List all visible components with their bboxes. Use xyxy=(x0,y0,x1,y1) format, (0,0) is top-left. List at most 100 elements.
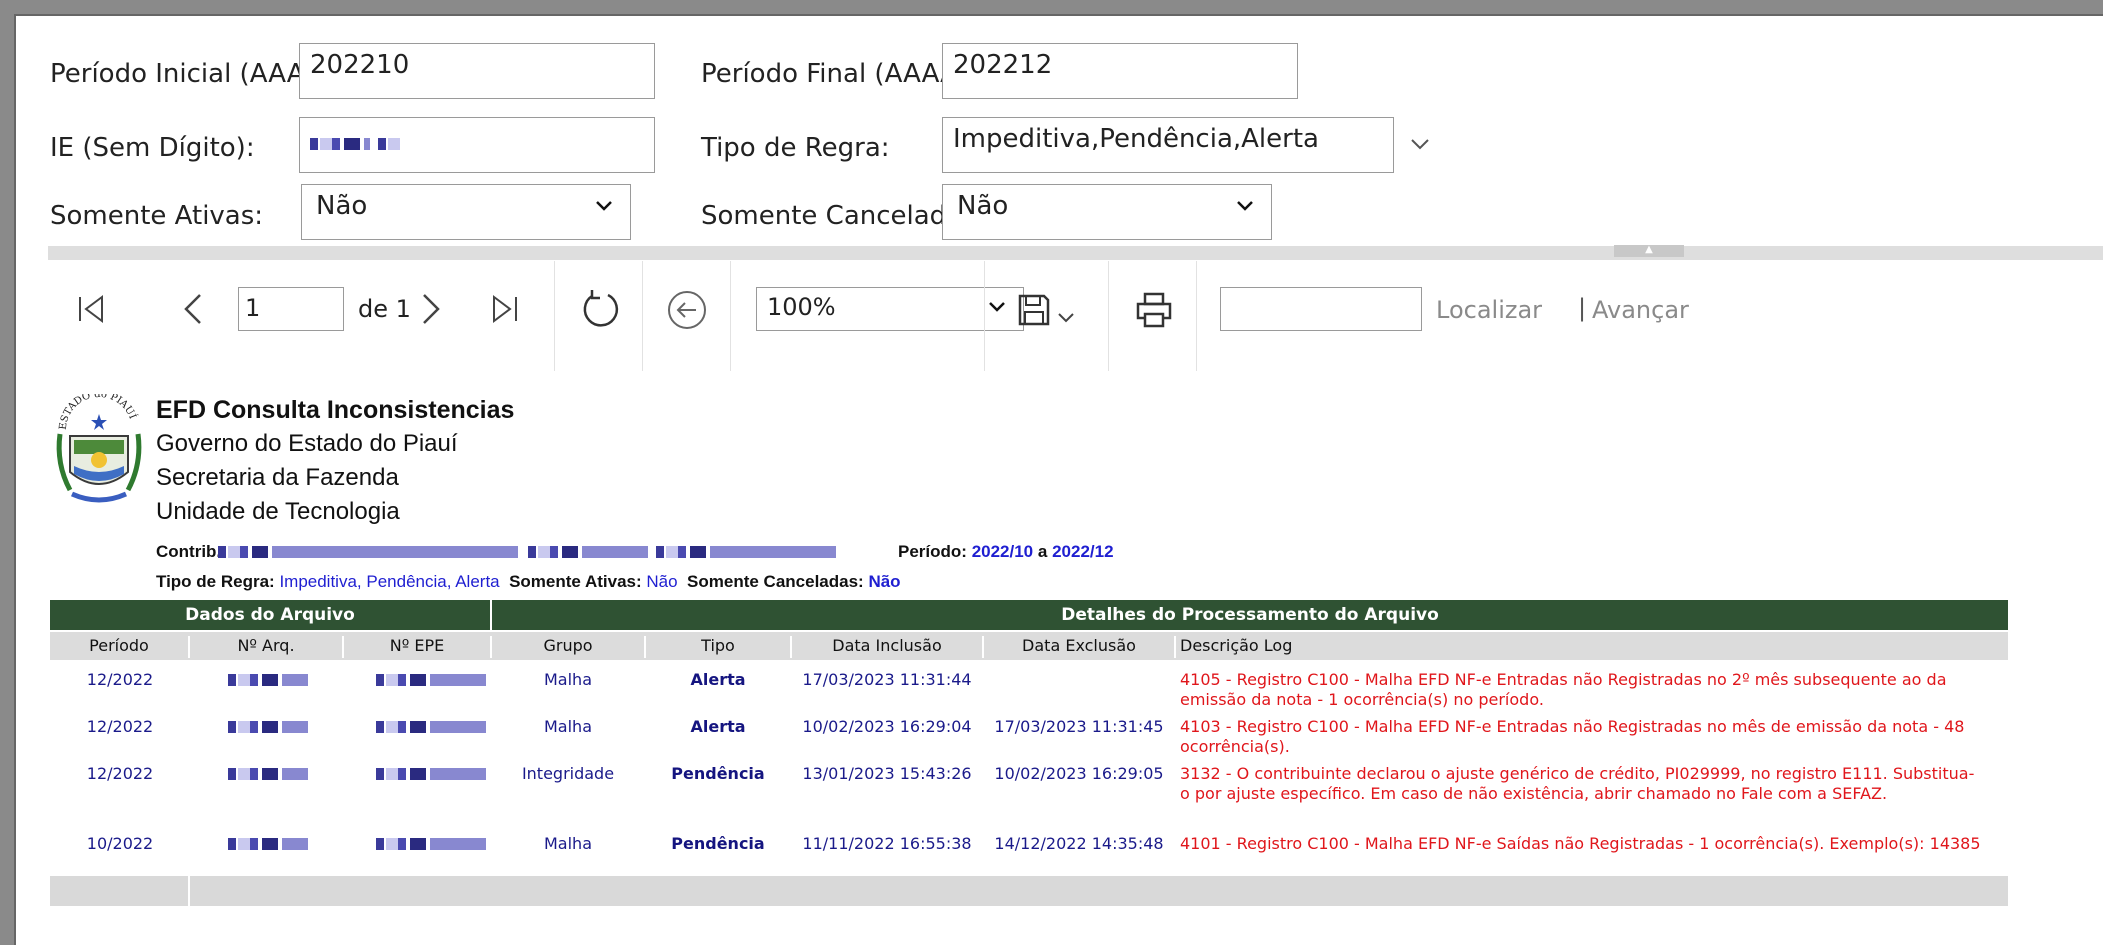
table-footer-divider xyxy=(188,876,190,906)
chevron-down-icon xyxy=(1237,201,1253,211)
criteria-ativas-value: Não xyxy=(646,572,678,591)
row-tipo: Pendência xyxy=(671,834,765,853)
toolbar-divider xyxy=(1108,261,1109,371)
piaui-state-seal-icon: ESTADO do PIAUÍ xyxy=(52,389,146,516)
redacted-contrib-2 xyxy=(528,546,648,558)
col-grupo: Grupo xyxy=(492,636,646,658)
first-page-icon[interactable] xyxy=(74,291,110,331)
somente-ativas-value: Não xyxy=(316,191,368,221)
table-column-header: Período Nº Arq. Nº EPE Grupo Tipo Data I… xyxy=(50,632,2008,660)
ie-label: IE (Sem Dígito): xyxy=(50,133,255,163)
table-footer xyxy=(50,876,2008,906)
back-to-parent-icon[interactable] xyxy=(666,289,708,335)
redacted-num-epe xyxy=(376,768,486,780)
row-log-line-1: 4103 - Registro C100 - Malha EFD NF-e En… xyxy=(1180,717,1965,736)
periodo-summary-to: 2022/12 xyxy=(1052,542,1114,561)
ie-input[interactable] xyxy=(299,117,655,173)
row-grupo: Integridade xyxy=(521,764,615,783)
row-grupo: Malha xyxy=(544,670,592,689)
redacted-contrib-3 xyxy=(656,546,836,558)
previous-page-icon[interactable] xyxy=(178,291,208,331)
redacted-num-epe xyxy=(376,838,486,850)
somente-ativas-label: Somente Ativas: xyxy=(50,201,264,231)
row-tipo: Pendência xyxy=(671,764,765,783)
redacted-num-arq xyxy=(228,838,308,850)
row-periodo: 10/2022 xyxy=(86,834,154,853)
somente-canceladas-select[interactable]: Não xyxy=(942,184,1272,240)
next-page-icon[interactable] xyxy=(416,291,446,331)
periodo-summary-label: Período: xyxy=(898,542,967,561)
periodo-summary: Período: 2022/10 a 2022/12 xyxy=(898,542,1114,562)
col-num-epe: Nº EPE xyxy=(344,636,492,658)
row-log-line-1: 3132 - O contribuinte declarou o ajuste … xyxy=(1180,764,1975,783)
row-periodo: 12/2022 xyxy=(86,670,154,689)
periodo-final-input[interactable]: 202212 xyxy=(942,43,1298,99)
row-tipo: Alerta xyxy=(690,670,746,689)
row-data-inclusao: 13/01/2023 15:43:26 xyxy=(802,764,972,783)
print-icon[interactable] xyxy=(1134,290,1174,334)
redacted-ie xyxy=(310,138,370,150)
redacted-num-arq xyxy=(228,721,308,733)
tipo-regra-input[interactable]: Impeditiva,Pendência,Alerta xyxy=(942,117,1394,173)
group-header-detalhes: Detalhes do Processamento do Arquivo xyxy=(1061,605,1439,625)
redacted-contrib-1 xyxy=(218,546,518,558)
report-viewer-window: Período Inicial (AAAAMM): 202210 Período… xyxy=(14,14,2103,945)
row-periodo: 12/2022 xyxy=(86,764,154,783)
row-data-exclusao: 17/03/2023 11:31:45 xyxy=(994,717,1164,736)
col-periodo: Período xyxy=(50,636,190,658)
tipo-regra-label: Tipo de Regra: xyxy=(701,133,890,163)
tipo-regra-dropdown-icon[interactable] xyxy=(1408,132,1432,160)
toolbar-divider xyxy=(1196,261,1197,371)
parameters-splitter[interactable] xyxy=(48,246,2103,260)
refresh-icon[interactable] xyxy=(578,286,624,336)
chevron-down-icon xyxy=(989,302,1005,312)
chevron-down-icon xyxy=(596,201,612,211)
periodo-summary-a: a xyxy=(1037,542,1048,561)
redacted-num-epe xyxy=(376,721,486,733)
col-num-arq: Nº Arq. xyxy=(190,636,344,658)
redacted-ie-2 xyxy=(378,138,400,150)
group-header-dados: Dados do Arquivo xyxy=(50,600,492,630)
redacted-num-arq xyxy=(228,674,308,686)
report-line-2: Secretaria da Fazenda xyxy=(156,464,399,491)
col-data-inclusao: Data Inclusão xyxy=(792,636,984,658)
row-log-line-2: o por ajuste específico. Em caso de não … xyxy=(1180,784,1888,803)
criteria-tipo-value: Impeditiva, Pendência, Alerta xyxy=(279,572,500,591)
table-row: 12/2022 Malha Alerta 17/03/2023 11:31:44… xyxy=(50,664,2008,710)
table-row: 10/2022 Malha Pendência 11/11/2022 16:55… xyxy=(50,828,2008,862)
row-grupo: Malha xyxy=(544,834,592,853)
save-icon[interactable] xyxy=(1016,292,1052,332)
table-row: 12/2022 Integridade Pendência 13/01/2023… xyxy=(50,758,2008,816)
report-line-1: Governo do Estado do Piauí xyxy=(156,430,458,457)
toolbar-divider xyxy=(730,261,731,371)
row-data-inclusao: 11/11/2022 16:55:38 xyxy=(802,834,972,853)
find-text-input[interactable] xyxy=(1220,287,1422,331)
somente-canceladas-value: Não xyxy=(957,191,1009,221)
collapse-parameters-button[interactable]: ▲ xyxy=(1614,245,1684,257)
report-line-3: Unidade de Tecnologia xyxy=(156,498,400,525)
redacted-num-arq xyxy=(228,768,308,780)
find-button[interactable]: Localizar xyxy=(1436,296,1542,324)
col-descricao-log: Descrição Log xyxy=(1180,636,1293,655)
export-dropdown-icon[interactable] xyxy=(1056,308,1076,332)
criteria-ativas-label: Somente Ativas: xyxy=(509,572,642,591)
toolbar-divider xyxy=(642,261,643,371)
toolbar-separator: | xyxy=(1578,294,1587,322)
row-data-exclusao: 14/12/2022 14:35:48 xyxy=(994,834,1164,853)
next-find-button[interactable]: Avançar xyxy=(1592,296,1689,324)
row-data-exclusao: 10/02/2023 16:29:05 xyxy=(994,764,1164,783)
redacted-num-epe xyxy=(376,674,486,686)
col-tipo: Tipo xyxy=(646,636,792,658)
table-row: 12/2022 Malha Alerta 10/02/2023 16:29:04… xyxy=(50,711,2008,757)
row-data-inclusao: 17/03/2023 11:31:44 xyxy=(802,670,972,689)
periodo-inicial-input[interactable]: 202210 xyxy=(299,43,655,99)
zoom-value: 100% xyxy=(767,293,836,321)
row-log-line-2: emissão da nota - 1 ocorrência(s) no per… xyxy=(1180,690,1544,709)
somente-ativas-select[interactable]: Não xyxy=(301,184,631,240)
report-title: EFD Consulta Inconsistencias xyxy=(156,396,515,424)
last-page-icon[interactable] xyxy=(486,291,522,331)
page-count-label: de 1 xyxy=(358,295,411,323)
row-log-line-2: ocorrência(s). xyxy=(1180,737,1290,756)
page-number-input[interactable]: 1 xyxy=(238,287,344,331)
row-tipo: Alerta xyxy=(690,717,746,736)
